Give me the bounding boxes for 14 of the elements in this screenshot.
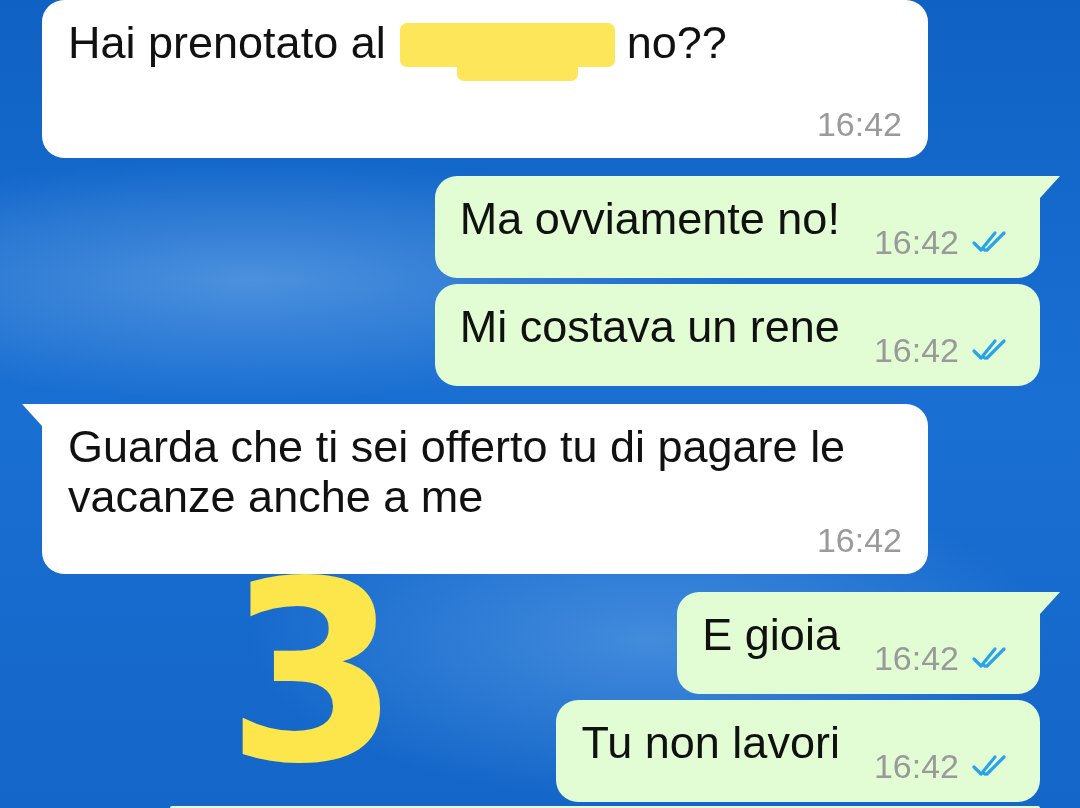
message-text: no?? — [626, 18, 727, 68]
message-text: Tu non lavori — [581, 718, 840, 768]
message-time: 16:42 — [873, 748, 959, 784]
message-text: Guarda che ti sei offerto tu di pagare le vacanze anche a me — [68, 422, 847, 522]
message-time: 16:42 — [816, 106, 902, 142]
message-text: E gioia — [702, 610, 840, 660]
handwritten-number: 3 — [226, 548, 400, 798]
message-text: Hai prenotato al — [68, 18, 386, 68]
message-time: 16:42 — [873, 224, 959, 260]
message-time: 16:42 — [873, 332, 959, 368]
message-text: Mi costava un rene — [459, 302, 840, 352]
message-time: 16:42 — [873, 640, 959, 676]
message-text: Ma ovviamente no! — [459, 194, 840, 244]
message-time: 16:42 — [816, 522, 902, 558]
